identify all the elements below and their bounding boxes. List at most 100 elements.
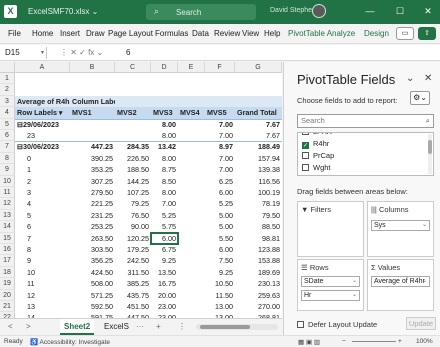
scroll-thumb[interactable] [200, 325, 250, 329]
table-cell[interactable]: 23 [25, 130, 70, 141]
row-header[interactable]: 7 [0, 141, 15, 153]
table-cell[interactable] [178, 255, 205, 266]
table-cell[interactable]: 2 [25, 176, 70, 187]
row-field-chip[interactable]: Hr ⌄ [301, 290, 360, 301]
table-cell[interactable]: 253.25 [70, 221, 115, 232]
table-cell[interactable]: 6 [25, 221, 70, 232]
table-cell[interactable]: 88.50 [235, 221, 282, 232]
table-cell[interactable] [178, 221, 205, 232]
table-cell[interactable]: 16.75 [151, 278, 178, 289]
name-box[interactable]: D15 ▾ [3, 47, 47, 59]
row-header[interactable]: 20 [0, 289, 15, 301]
table-cell[interactable]: 5.00 [205, 221, 235, 232]
row-header[interactable]: 15 [0, 232, 15, 244]
table-cell[interactable]: 311.50 [115, 267, 151, 278]
field-checkbox[interactable]: ✓ [302, 142, 309, 149]
tab-review[interactable]: Review [214, 29, 240, 38]
prev-sheet-button[interactable]: < [8, 322, 13, 331]
row-header[interactable]: 14 [0, 221, 15, 233]
tab-insert[interactable]: Insert [60, 29, 80, 38]
table-cell[interactable]: 13.00 [205, 301, 235, 312]
view-mode-icons[interactable]: ▦ ▣ ▥ [298, 338, 320, 346]
zoom-level[interactable]: 100% [416, 338, 433, 345]
table-cell[interactable]: 12 [25, 290, 70, 301]
table-cell[interactable]: 153.88 [235, 255, 282, 266]
table-cell[interactable]: MVS2 [115, 107, 151, 118]
table-cell[interactable]: 307.25 [70, 176, 115, 187]
table-cell[interactable]: 23.00 [151, 301, 178, 312]
table-cell[interactable] [178, 119, 205, 130]
table-cell[interactable]: MVS4 [178, 107, 205, 118]
table-cell[interactable]: 435.75 [115, 290, 151, 301]
table-cell[interactable]: 120.25 [115, 233, 151, 244]
sheet-options-icon[interactable]: ⋮ [178, 322, 186, 331]
value-field-chip[interactable]: Average of R4hr ⌄ [371, 276, 430, 287]
tab-view[interactable]: View [242, 29, 259, 38]
defer-layout-update[interactable]: Defer Layout Update [297, 320, 377, 329]
table-cell[interactable]: 4 [25, 198, 70, 209]
row-header[interactable]: 16 [0, 244, 15, 256]
table-cell[interactable]: MVS1 [70, 107, 115, 118]
table-cell[interactable] [205, 84, 235, 95]
table-cell[interactable]: 9.25 [205, 267, 235, 278]
row-header[interactable]: 4 [0, 107, 15, 119]
table-cell[interactable]: 8.00 [151, 187, 178, 198]
table-cell[interactable]: 447.23 [70, 141, 115, 152]
table-cell[interactable] [151, 73, 178, 84]
table-cell[interactable]: 5.25 [205, 198, 235, 209]
update-button[interactable]: Update [406, 317, 436, 330]
column-header[interactable]: B [70, 62, 115, 73]
table-cell[interactable]: 13.50 [151, 267, 178, 278]
table-cell[interactable] [235, 84, 282, 95]
table-cell[interactable] [70, 130, 115, 141]
table-cell[interactable] [25, 73, 70, 84]
table-cell[interactable]: MVS5 [205, 107, 235, 118]
accessibility-status[interactable]: ♿ Accessibility: Investigate [30, 338, 110, 346]
field-checkbox[interactable] [302, 152, 309, 159]
table-cell[interactable]: 8.50 [151, 176, 178, 187]
table-cell[interactable]: 284.35 [115, 141, 151, 152]
columns-area[interactable]: ||| Columns Sys ⌄ [367, 201, 434, 257]
table-cell[interactable]: 9.25 [151, 255, 178, 266]
table-cell[interactable] [178, 130, 205, 141]
table-cell[interactable]: 8.00 [151, 153, 178, 164]
table-cell[interactable]: 100.19 [235, 187, 282, 198]
table-cell[interactable] [178, 96, 205, 107]
table-cell[interactable]: 270.00 [235, 301, 282, 312]
table-cell[interactable]: 8.97 [205, 141, 235, 152]
table-cell[interactable]: 79.50 [235, 210, 282, 221]
table-cell[interactable] [178, 153, 205, 164]
table-cell[interactable] [178, 73, 205, 84]
table-cell[interactable] [178, 84, 205, 95]
column-header[interactable]: C [115, 62, 151, 73]
table-cell[interactable]: 107.25 [115, 187, 151, 198]
table-cell[interactable]: 221.25 [70, 198, 115, 209]
table-cell[interactable]: 76.50 [115, 210, 151, 221]
table-cell[interactable]: 8 [25, 244, 70, 255]
table-cell[interactable]: 7.00 [205, 153, 235, 164]
table-cell[interactable]: 6.75 [151, 244, 178, 255]
table-cell[interactable]: 7 [25, 233, 70, 244]
table-cell[interactable]: 188.50 [115, 164, 151, 175]
table-cell[interactable]: 7.50 [205, 255, 235, 266]
field-item[interactable]: LPAR [302, 133, 332, 136]
table-cell[interactable]: 390.25 [70, 153, 115, 164]
formula-input[interactable]: 6 [126, 47, 130, 59]
comments-button[interactable]: ▭ [396, 27, 414, 40]
spreadsheet-grid[interactable]: ABCDEFG123Average of R4hrColumn Labe ▾4R… [0, 62, 282, 318]
table-cell[interactable]: 279.50 [70, 187, 115, 198]
tab-design[interactable]: Design [364, 29, 389, 38]
avatar[interactable] [312, 4, 326, 18]
tab-pivottable-analyze[interactable]: PivotTable Analyze [288, 29, 355, 38]
filters-area[interactable]: ▼ Filters [297, 201, 364, 257]
table-cell[interactable]: 11.50 [205, 290, 235, 301]
table-cell[interactable] [115, 119, 151, 130]
table-cell[interactable]: 10 [25, 267, 70, 278]
row-header[interactable]: 12 [0, 198, 15, 210]
zoom-out-button[interactable]: − [342, 338, 346, 345]
table-cell[interactable] [235, 96, 282, 107]
table-cell[interactable]: 242.50 [115, 255, 151, 266]
table-cell[interactable] [70, 84, 115, 95]
table-cell[interactable]: 10.50 [205, 278, 235, 289]
defer-checkbox[interactable] [297, 321, 304, 328]
